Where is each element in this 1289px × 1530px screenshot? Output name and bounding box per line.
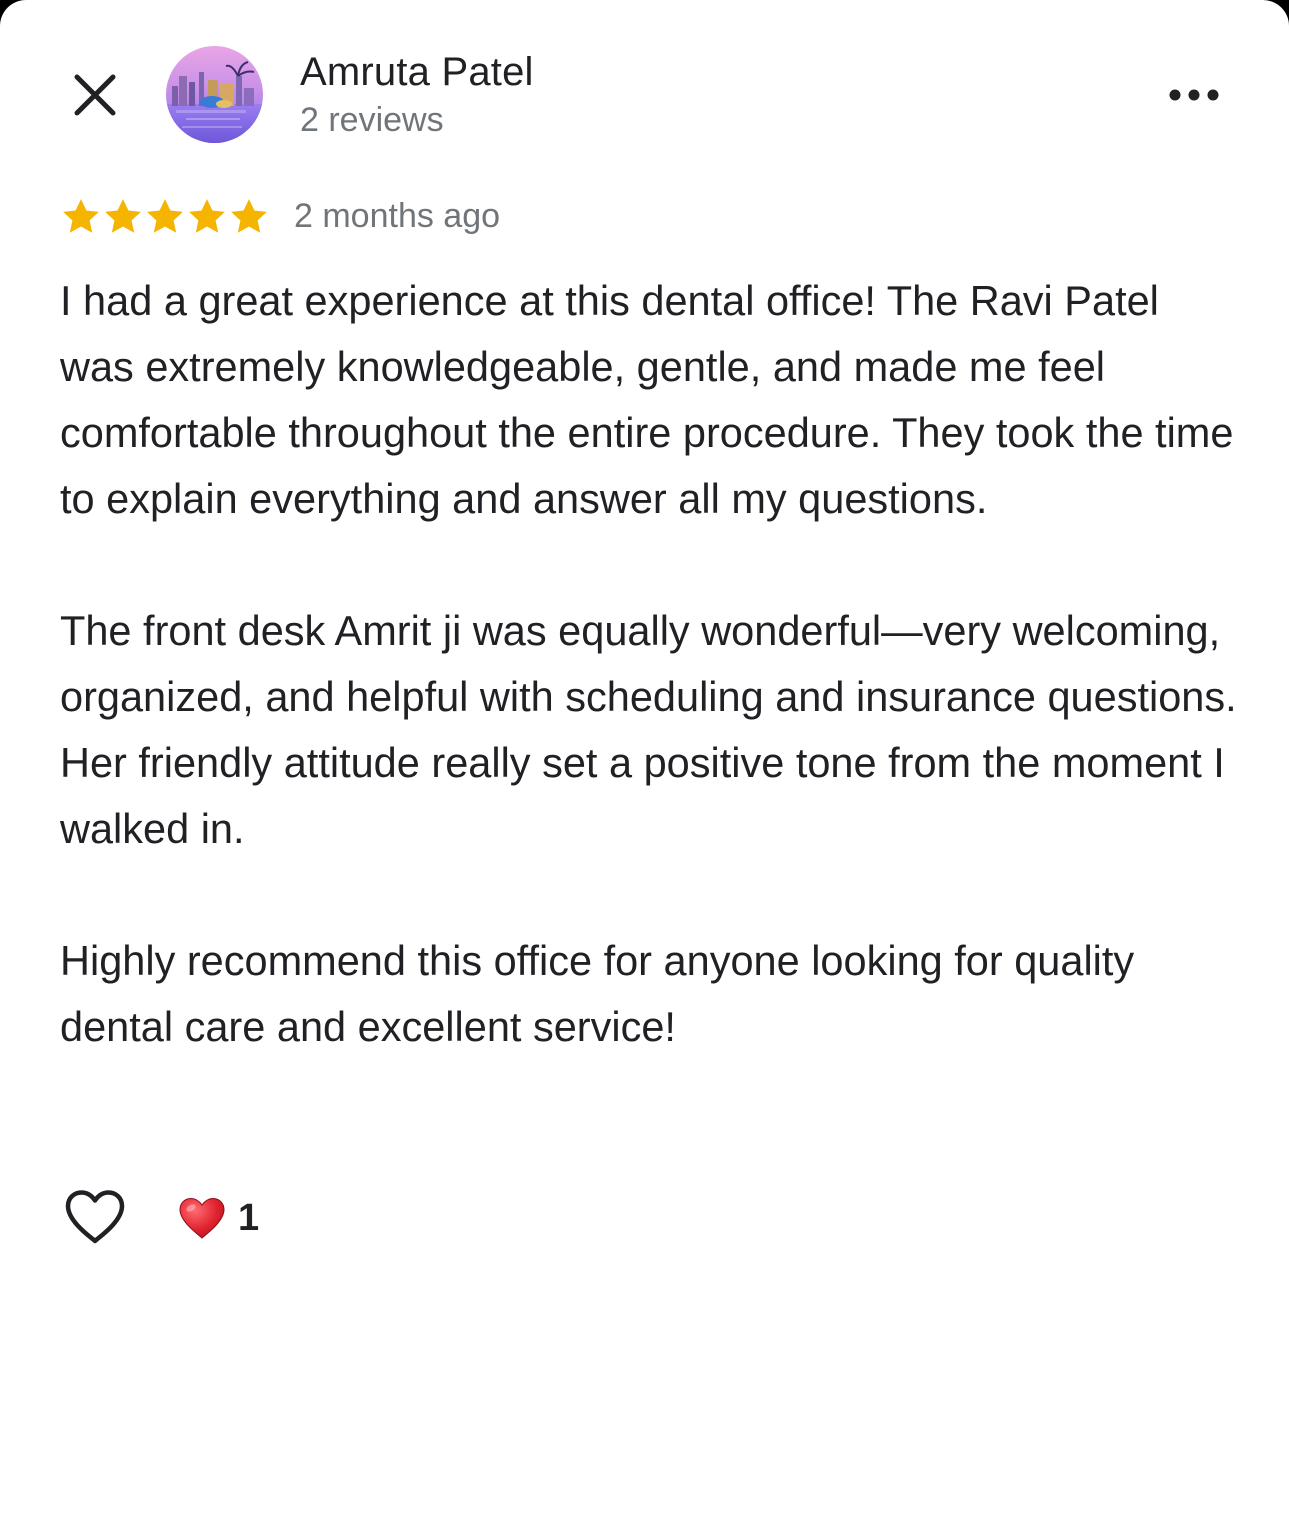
reviewer-review-count: 2 reviews	[300, 101, 444, 139]
reaction-summary[interactable]: 1	[178, 1192, 259, 1244]
review-time: 2 months ago	[294, 197, 501, 235]
review-sheet: Amruta Patel 2 reviews 2 months ago I ha…	[0, 0, 1289, 1530]
red-heart-icon	[179, 1197, 225, 1239]
review-paragraph: The front desk Amrit ji was equally wond…	[60, 607, 1237, 852]
more-options-button[interactable]	[1162, 74, 1226, 116]
star-icon	[147, 199, 183, 233]
avatar-image	[166, 46, 263, 143]
review-paragraph: I had a great experience at this dental …	[60, 277, 1234, 522]
reaction-count: 1	[238, 1196, 260, 1239]
close-button[interactable]	[66, 66, 124, 124]
avatar[interactable]	[166, 46, 263, 143]
star-icon	[189, 199, 225, 233]
like-button[interactable]	[60, 1184, 130, 1250]
star-icon	[231, 199, 267, 233]
star-icon	[63, 199, 99, 233]
star-icon	[105, 199, 141, 233]
star-rating	[60, 194, 270, 240]
reviewer-name[interactable]: Amruta Patel	[300, 50, 534, 95]
review-paragraph: Highly recommend this office for anyone …	[60, 937, 1135, 1050]
review-text: I had a great experience at this dental …	[60, 268, 1240, 1060]
heart-outline-icon	[65, 1190, 125, 1244]
more-horizontal-icon	[1169, 89, 1219, 101]
close-icon	[74, 74, 116, 116]
